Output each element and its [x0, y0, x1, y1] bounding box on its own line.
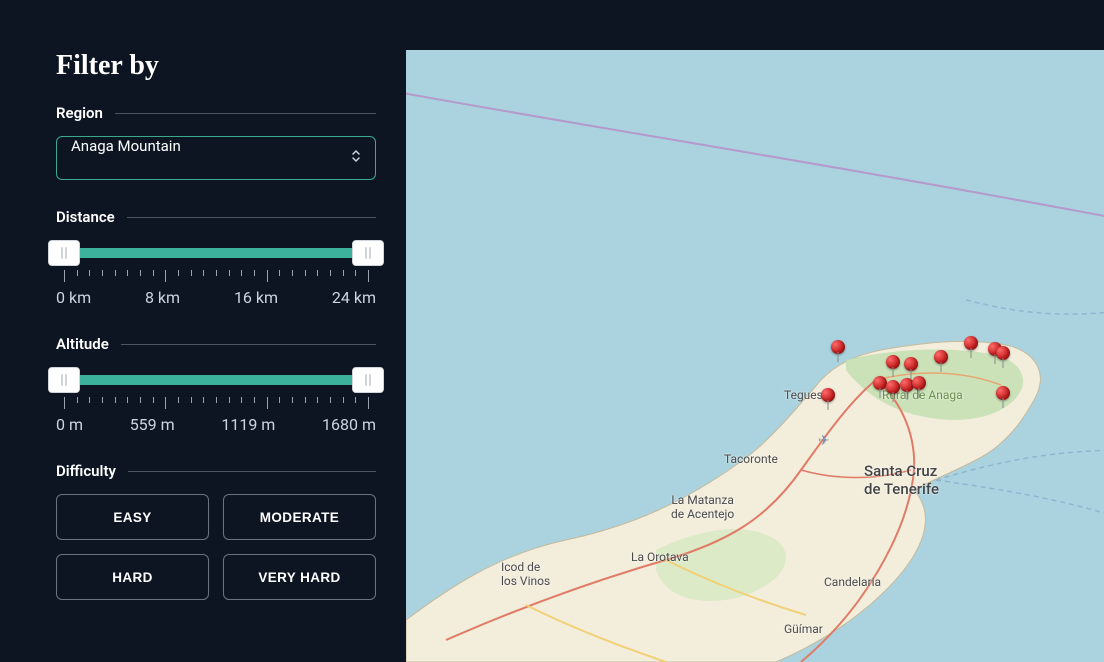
- map-pin[interactable]: [934, 350, 948, 364]
- tick-label: 24 km: [332, 288, 376, 307]
- difficulty-moderate-button[interactable]: MODERATE: [223, 494, 376, 540]
- tick-label: 559 m: [130, 415, 175, 434]
- town-label: Santa Cruz de Tenerife: [864, 462, 939, 498]
- tick-label: 1680 m: [322, 415, 376, 434]
- town-label: La Matanza de Acentejo: [671, 493, 734, 521]
- tick-label: 16 km: [234, 288, 278, 307]
- distance-max-handle[interactable]: [352, 240, 384, 266]
- distance-min-handle[interactable]: [48, 240, 80, 266]
- map-pin[interactable]: [831, 340, 845, 354]
- map-pin[interactable]: [873, 376, 887, 390]
- map-pin[interactable]: [886, 355, 900, 369]
- svg-text:✈: ✈: [818, 433, 830, 449]
- difficulty-easy-button[interactable]: EASY: [56, 494, 209, 540]
- town-label: Icod de los Vinos: [501, 560, 550, 588]
- map-pin[interactable]: [886, 380, 900, 394]
- distance-label: Distance: [56, 208, 115, 226]
- difficulty-hard-button[interactable]: HARD: [56, 554, 209, 600]
- map-pin[interactable]: [996, 386, 1010, 400]
- region-section-header: Region: [56, 104, 376, 122]
- distance-tick-labels: 0 km 8 km 16 km 24 km: [56, 288, 376, 307]
- altitude-slider[interactable]: [64, 367, 368, 393]
- divider: [128, 471, 376, 472]
- map[interactable]: ✈ Tegueste Tacoronte La Matanza de Acent…: [406, 50, 1104, 662]
- difficulty-veryhard-button[interactable]: VERY HARD: [223, 554, 376, 600]
- town-label: Güímar: [784, 622, 823, 636]
- map-pin[interactable]: [904, 357, 918, 371]
- tick-label: 0 km: [56, 288, 91, 307]
- altitude-max-handle[interactable]: [352, 367, 384, 393]
- town-label: La Orotava: [631, 550, 689, 564]
- difficulty-label: Difficulty: [56, 462, 116, 480]
- altitude-tick-labels: 0 m 559 m 1119 m 1680 m: [56, 415, 376, 434]
- tick-label: 8 km: [145, 288, 180, 307]
- map-pin[interactable]: [996, 346, 1010, 360]
- divider: [127, 217, 376, 218]
- map-pin[interactable]: [821, 388, 835, 402]
- altitude-min-handle[interactable]: [48, 367, 80, 393]
- altitude-label: Altitude: [56, 335, 109, 353]
- distance-section-header: Distance: [56, 208, 376, 226]
- tick-label: 0 m: [56, 415, 83, 434]
- distance-ticks: [64, 270, 368, 282]
- region-label: Region: [56, 104, 103, 122]
- map-pin[interactable]: [912, 376, 926, 390]
- divider: [121, 344, 376, 345]
- tick-label: 1119 m: [221, 415, 275, 434]
- divider: [115, 113, 376, 114]
- altitude-section-header: Altitude: [56, 335, 376, 353]
- region-select[interactable]: Anaga Mountain: [56, 136, 376, 180]
- town-label: Tacoronte: [724, 452, 778, 466]
- town-label: Candelaria: [824, 575, 881, 589]
- altitude-ticks: [64, 397, 368, 409]
- map-pin[interactable]: [964, 336, 978, 350]
- filter-sidebar: Filter by Region Anaga Mountain Distance…: [0, 0, 406, 662]
- page-title: Filter by: [56, 50, 376, 82]
- difficulty-section-header: Difficulty: [56, 462, 376, 480]
- distance-slider[interactable]: [64, 240, 368, 266]
